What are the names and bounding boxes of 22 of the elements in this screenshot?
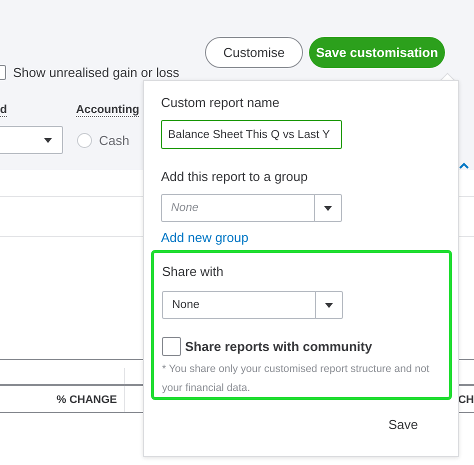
save-button[interactable]: Save — [378, 415, 428, 434]
caret-icon — [44, 138, 52, 143]
caret-icon — [324, 206, 332, 211]
checkbox-label: Show unrealised gain or loss — [13, 65, 180, 80]
report-name-field[interactable]: Balance Sheet This Q vs Last Y — [161, 120, 342, 149]
note-text: * You share only your customised report structure and not your financial data. — [162, 362, 430, 396]
chevron-up-icon[interactable] — [459, 162, 469, 169]
share-with-dropdown[interactable]: None — [162, 291, 343, 319]
column-header: CH — [458, 394, 474, 406]
checkbox[interactable] — [162, 337, 181, 356]
radio-button[interactable] — [77, 132, 92, 148]
field-label: Custom report name — [161, 95, 280, 110]
caret-icon — [325, 303, 333, 308]
checkbox-label: Share reports with community — [185, 339, 372, 354]
radio-label: Cash — [99, 132, 130, 148]
field-label: Accounting — [76, 104, 140, 117]
add-new-group-link[interactable]: Add new group — [161, 230, 248, 245]
field-label: Share with — [162, 264, 224, 279]
field-label: Add this report to a group — [161, 169, 309, 184]
field-label: d — [0, 104, 8, 117]
customise-button[interactable]: Customise — [205, 37, 303, 68]
column-header: % CHANGE — [56, 394, 117, 406]
